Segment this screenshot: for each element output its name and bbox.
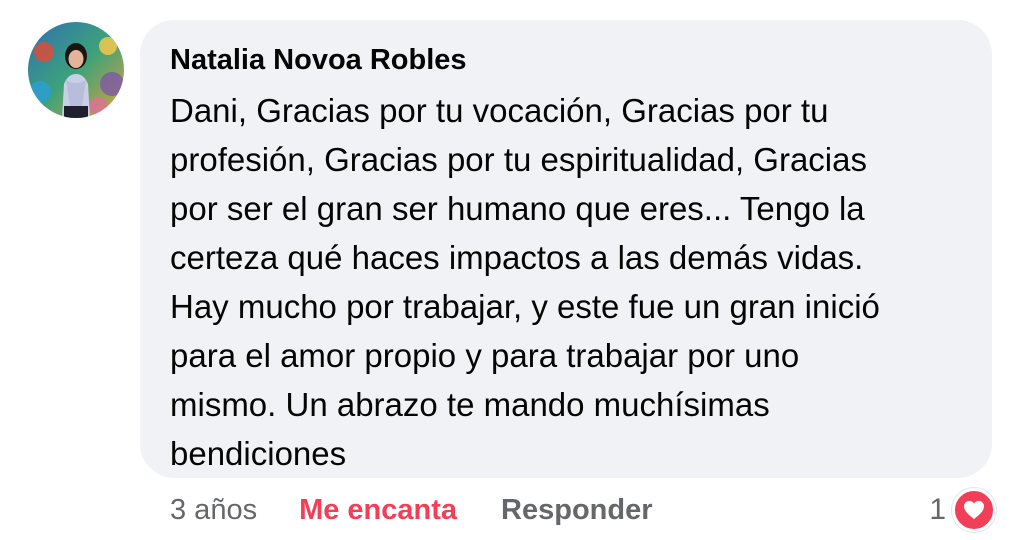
comment-text-line: mismo. Un abrazo te mando muchísimas [170,386,770,423]
comment: Natalia Novoa Robles Dani, Gracias por t… [0,0,1024,540]
heart-icon-glyph [964,500,984,520]
avatar[interactable] [28,22,124,118]
reply-button[interactable]: Responder [501,494,652,527]
reaction-summary[interactable]: 1 [929,488,996,532]
comment-timestamp[interactable]: 3 años [170,494,257,527]
comment-text-line: para el amor propio y para trabajar por … [170,337,800,374]
reaction-count: 1 [929,493,946,526]
avatar-image [28,22,124,118]
comment-bubble: Natalia Novoa Robles Dani, Gracias por t… [140,20,992,478]
heart-icon [952,488,996,532]
comment-actions: 3 años Me encanta Responder [170,488,653,532]
comment-author[interactable]: Natalia Novoa Robles [170,42,964,78]
comment-text: Dani, Gracias por tu vocación, Gracias p… [170,86,964,478]
comment-text-line: bendiciones [170,435,347,472]
comment-text-line: Dani, Gracias por tu vocación, Gracias p… [170,92,829,129]
comment-text-line: profesión, Gracias por tu espiritualidad… [170,141,867,178]
comment-text-line: Hay mucho por trabajar, y este fue un gr… [170,288,880,325]
comment-text-line: por ser el gran ser humano que eres... T… [170,190,865,227]
comment-text-line: certeza qué haces impactos a las demás v… [170,239,864,276]
love-reaction-button[interactable]: Me encanta [299,494,457,527]
